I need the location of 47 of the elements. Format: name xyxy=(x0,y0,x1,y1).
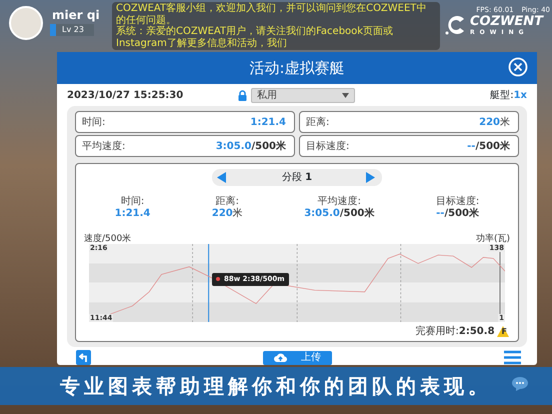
stat-label: 距离: xyxy=(216,196,239,208)
stat-label: 目标速度: xyxy=(436,196,480,208)
close-button[interactable] xyxy=(508,57,528,77)
stat-label: 时间: xyxy=(82,116,106,130)
stat-value: 220米 xyxy=(479,116,510,130)
stat-value: 1:21.4 xyxy=(250,116,286,130)
lock-icon xyxy=(238,90,248,100)
finish-time: 完赛用时:2:50.8 xyxy=(416,324,495,339)
menu-icon xyxy=(504,350,521,365)
stat-value: 1:21.4 xyxy=(114,208,150,220)
upload-button[interactable]: 上传 xyxy=(263,350,332,364)
left-arrow-icon xyxy=(217,172,226,183)
level-badge: Lv 23 xyxy=(50,24,94,36)
boat-type: 艇型:1x xyxy=(490,88,527,102)
close-icon xyxy=(508,57,528,77)
privacy-select[interactable]: 私用 xyxy=(251,88,356,102)
finish-marker-label: F xyxy=(502,326,507,338)
menu-button[interactable] xyxy=(504,350,521,365)
previous-segment-button[interactable] xyxy=(217,172,228,183)
chat-message: 系统：亲爱的COZWEAT用户，请关注我们的Facebook页面或Instagram了解更多信息和活动，我们 xyxy=(116,26,394,49)
axis-title: 功率(瓦) xyxy=(476,234,510,244)
stat-value: 220米 xyxy=(212,208,243,220)
back-button[interactable] xyxy=(76,350,91,365)
chat-bubble-icon[interactable] xyxy=(512,377,528,391)
stat-label: 平均速度: xyxy=(318,196,361,208)
stat-label: 目标速度: xyxy=(306,140,350,154)
segment-label: 分段 1 xyxy=(282,171,312,185)
logo-name: COZWENT xyxy=(470,14,543,28)
promo-caption: 专业图表帮助理解你和你的团队的表现。 xyxy=(0,367,552,405)
axis-title: 速度/500米 xyxy=(84,234,132,244)
stat-value: 3:05.0/500米 xyxy=(304,208,374,220)
next-segment-button[interactable] xyxy=(366,172,377,183)
stat-value: --/500米 xyxy=(436,208,479,220)
dialog-title: 活动:虚拟赛艇 xyxy=(249,58,345,79)
chat-message: COZWEAT客服小组，欢迎加入我们，并可以询问到您在COZWEET中的任何问题。 xyxy=(116,3,428,26)
caret-icon xyxy=(342,92,350,98)
stat-label: 时间: xyxy=(120,196,144,208)
return-arrow-icon xyxy=(78,353,88,362)
activity-date: 2023/10/27 15:25:30 xyxy=(67,88,184,102)
stat-value: --/500米 xyxy=(467,140,510,154)
cloud-upload-icon xyxy=(274,353,287,362)
player-name: mier qi xyxy=(52,7,100,24)
right-arrow-icon xyxy=(366,172,375,183)
stat-label: 距离: xyxy=(306,116,330,130)
warning-triangle-icon xyxy=(496,326,509,337)
stat-value: 3:05.0/500米 xyxy=(216,140,286,154)
stat-label: 平均速度: xyxy=(82,140,126,154)
